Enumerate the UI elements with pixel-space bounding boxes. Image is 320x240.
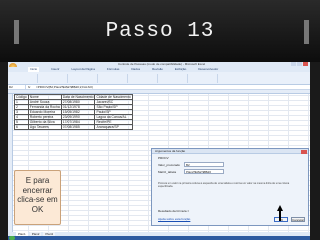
formula-result-label: Resultado da fórmula = [158,209,190,213]
slide-title: Passo 13 [105,20,215,43]
function-description: Procura um valor na primeira coluna à es… [158,182,290,189]
table-cell[interactable]: Lagoa da Canoa/AL [94,114,133,120]
slide-title-bar: Passo 13 [0,0,320,62]
table-row: 4 Roberto pereira 23/09/1990 Lagoa da Ca… [14,114,133,120]
excel-window-title: Controle de Pessoas (modo de compatibili… [118,62,206,66]
ribbon-group-number[interactable] [100,74,128,83]
ribbon [8,72,310,85]
minimize-icon[interactable] [291,62,296,66]
callout-line: OK [31,204,44,214]
callout-line: E para [25,176,50,185]
title-bar-right-accent [304,20,309,44]
arrow-shaft [279,210,281,221]
table-row: 6 Ugo Tavares 07/08/1985 Araraquara/SP [14,124,133,130]
matriz-tabela-input[interactable]: Plan2!$A$2:$B$20 [184,169,224,174]
excel-screenshot: Controle de Pessoas (modo de compatibili… [8,62,310,240]
data-table: Código Nome Data de Nascimento Cidade de… [14,94,133,130]
ribbon-group-styles[interactable] [130,74,158,83]
table-cell[interactable]: Ugo Tavares [27,124,62,130]
close-icon[interactable] [303,62,308,66]
function-help-link[interactable]: Ajuda sobre esta função [158,217,190,221]
instruction-callout: E para encerrar clica-se em OK [14,170,61,225]
callout-line: encerrar [22,185,53,195]
arrow-up-icon [277,205,283,221]
ribbon-group-editing[interactable] [190,74,218,83]
ribbon-group-clipboard[interactable] [10,74,38,83]
cancel-button[interactable]: Cancelar [291,217,305,222]
header-cell[interactable]: Data de Nascimento [60,94,96,100]
callout-line: clica-se em [17,195,58,204]
window-controls [291,62,308,66]
dialog-close-icon[interactable] [301,149,307,154]
function-name: PROCV [158,156,169,160]
row-headers[interactable] [8,94,13,232]
ribbon-group-alignment[interactable] [70,74,98,83]
table-cell[interactable]: 6 [14,124,29,130]
function-arguments-dialog: Argumentos da função PROCV Valor_procura… [151,148,309,226]
ribbon-group-font[interactable] [40,74,68,83]
windows-taskbar [8,236,310,240]
table-cell[interactable]: 07/08/1985 [60,124,96,130]
maximize-icon[interactable] [297,62,302,66]
table-cell[interactable]: Araraquara/SP [94,124,133,130]
dialog-title: Argumentos da função [152,149,308,154]
field-label-valor-procurado: Valor_procurado [158,163,180,167]
header-cell[interactable]: Cidade de Nascimento [94,94,133,100]
table-cell[interactable]: Fernanda da Rocha [27,104,62,110]
header-cell[interactable]: Código [14,94,29,100]
field-label-matriz-tabela: Matriz_tabela [158,170,177,174]
table-header-row: Código Nome Data de Nascimento Cidade de… [14,94,133,100]
start-button-icon[interactable] [9,236,15,240]
ribbon-group-cells[interactable] [160,74,188,83]
valor-procurado-input[interactable]: B2 [184,162,224,167]
table-row: 2 Fernanda da Rocha 01/12/1978 São Paulo… [14,104,133,110]
